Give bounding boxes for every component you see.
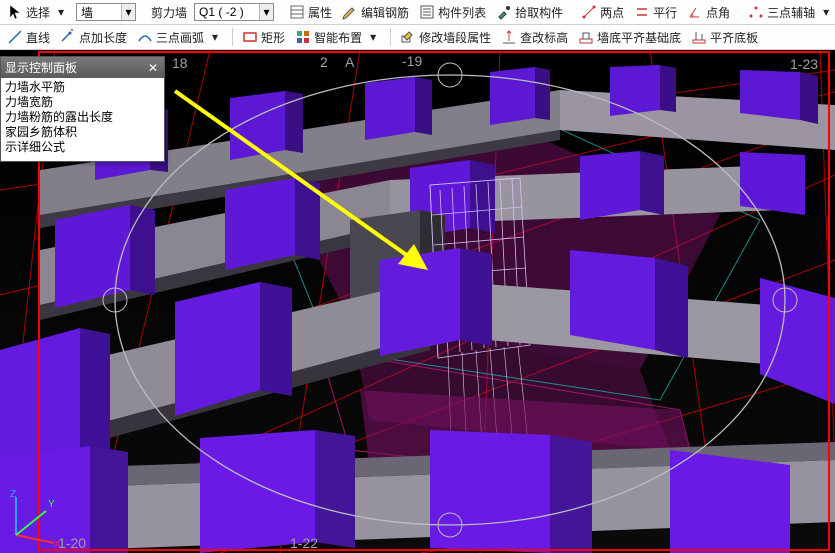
wall-dropdown-value: 墙 xyxy=(77,4,121,21)
toolbar-row-1: 选择 ▾ 墙 ▾ 剪力墙 Q1 ( -2 ) ▾ 属性 编辑钢筋 构件列表 拾取… xyxy=(0,0,835,25)
three-point-arc-label: 三点画弧 xyxy=(156,29,204,46)
add-length-label: 点加长度 xyxy=(79,29,127,46)
smart-layout-icon xyxy=(295,29,311,45)
add-length-button[interactable]: 点加长度 xyxy=(55,27,132,48)
pencil-icon xyxy=(342,4,358,20)
two-point-label: 两点 xyxy=(600,4,624,21)
rect-label: 矩形 xyxy=(261,29,285,46)
wall-bottom-foundation-button[interactable]: 墙底平齐基础底 xyxy=(573,27,686,48)
smart-layout-button[interactable]: 智能布置 ▾ xyxy=(290,27,386,48)
list-icon xyxy=(419,4,435,20)
modify-wall-segment-label: 修改墙段属性 xyxy=(419,29,491,46)
align-bottom-plate-button[interactable]: 平齐底板 xyxy=(686,27,763,48)
cursor-icon xyxy=(7,4,23,20)
grid-label: 1-23 xyxy=(790,56,818,72)
three-point-axis-label: 三点辅轴 xyxy=(767,4,815,21)
line-label: 直线 xyxy=(26,29,50,46)
axis-gizmo: Z Y X xyxy=(4,487,64,547)
point-angle-label: 点角 xyxy=(706,4,730,21)
foundation-icon xyxy=(578,29,594,45)
wall-dropdown[interactable]: 墙 ▾ xyxy=(76,3,136,21)
parallel-button[interactable]: 平行 xyxy=(629,2,682,23)
toolbar-row-2: 直线 点加长度 三点画弧 ▾ 矩形 智能布置 ▾ 修改墙段属性 xyxy=(0,25,835,50)
grid-label: -19 xyxy=(402,53,422,69)
properties-button[interactable]: 属性 xyxy=(284,2,337,23)
close-icon[interactable]: ✕ xyxy=(146,61,160,75)
three-point-icon xyxy=(748,4,764,20)
align-plate-icon xyxy=(691,29,707,45)
panel-item[interactable]: 示详细公式 xyxy=(5,140,160,155)
chevron-down-icon: ▾ xyxy=(121,4,135,20)
point-angle-button[interactable]: 点角 xyxy=(682,2,735,23)
grid-label: A xyxy=(345,54,354,70)
properties-icon xyxy=(289,4,305,20)
smart-layout-label: 智能布置 xyxy=(314,29,362,46)
arc-icon xyxy=(137,29,153,45)
properties-label: 属性 xyxy=(308,4,332,21)
display-control-panel[interactable]: 显示控制面板 ✕ 力墙水平筋 力墙宽筋 力墙粉筋的露出长度 家园乡筋体积 示详细… xyxy=(0,56,165,162)
select-button[interactable]: 选择 ▾ xyxy=(2,2,74,23)
panel-item[interactable]: 力墙水平筋 xyxy=(5,80,160,95)
modify-wall-segment-button[interactable]: 修改墙段属性 xyxy=(395,27,496,48)
panel-titlebar[interactable]: 显示控制面板 ✕ xyxy=(1,57,164,78)
wall-bottom-foundation-label: 墙底平齐基础底 xyxy=(597,29,681,46)
panel-item[interactable]: 家园乡筋体积 xyxy=(5,125,160,140)
select-label: 选择 xyxy=(26,4,50,21)
panel-body: 力墙水平筋 力墙宽筋 力墙粉筋的露出长度 家园乡筋体积 示详细公式 xyxy=(1,78,164,161)
q1-dropdown-value: Q1 ( -2 ) xyxy=(195,5,259,19)
pencil-rect-icon xyxy=(400,29,416,45)
line-icon xyxy=(7,29,23,45)
two-point-button[interactable]: 两点 xyxy=(576,2,629,23)
edit-rebar-label: 编辑钢筋 xyxy=(361,4,409,21)
chevron-down-icon: ▾ xyxy=(259,4,273,20)
three-point-axis-button[interactable]: 三点辅轴 ▾ xyxy=(743,2,835,23)
shear-wall-button[interactable]: 剪力墙 xyxy=(146,2,192,23)
axis-x-label: X xyxy=(54,539,61,547)
parallel-label: 平行 xyxy=(653,4,677,21)
parallel-icon xyxy=(634,4,650,20)
component-list-button[interactable]: 构件列表 xyxy=(414,2,491,23)
eyedropper-icon xyxy=(496,4,512,20)
grid-label: 2 xyxy=(320,54,328,70)
angle-icon xyxy=(687,4,703,20)
chevron-down-icon: ▾ xyxy=(365,29,381,45)
two-point-icon xyxy=(581,4,597,20)
axis-y-label: Y xyxy=(48,499,55,510)
q1-dropdown[interactable]: Q1 ( -2 ) ▾ xyxy=(194,3,274,21)
shear-wall-label: 剪力墙 xyxy=(151,4,187,21)
three-point-arc-button[interactable]: 三点画弧 ▾ xyxy=(132,27,228,48)
check-elevation-button[interactable]: 查改标高 xyxy=(496,27,573,48)
panel-title-text: 显示控制面板 xyxy=(5,59,77,76)
panel-item[interactable]: 力墙粉筋的露出长度 xyxy=(5,110,160,125)
separator xyxy=(390,28,391,46)
3d-viewport[interactable]: 18 2 A -19 1-23 1-20 1-22 显示控制面板 ✕ 力墙水平筋… xyxy=(0,50,835,553)
grid-label: 18 xyxy=(172,55,188,71)
rect-button[interactable]: 矩形 xyxy=(237,27,290,48)
pick-component-button[interactable]: 拾取构件 xyxy=(491,2,568,23)
axis-z-label: Z xyxy=(10,489,16,500)
separator xyxy=(232,28,233,46)
panel-item[interactable]: 力墙宽筋 xyxy=(5,95,160,110)
chevron-down-icon: ▾ xyxy=(818,4,834,20)
edit-rebar-button[interactable]: 编辑钢筋 xyxy=(337,2,414,23)
chevron-down-icon: ▾ xyxy=(207,29,223,45)
chevron-down-icon: ▾ xyxy=(53,4,69,20)
align-bottom-plate-label: 平齐底板 xyxy=(710,29,758,46)
line-button[interactable]: 直线 xyxy=(2,27,55,48)
add-length-icon xyxy=(60,29,76,45)
elevation-icon xyxy=(501,29,517,45)
check-elevation-label: 查改标高 xyxy=(520,29,568,46)
rect-icon xyxy=(242,29,258,45)
component-list-label: 构件列表 xyxy=(438,4,486,21)
pick-component-label: 拾取构件 xyxy=(515,4,563,21)
grid-label: 1-22 xyxy=(290,535,318,551)
